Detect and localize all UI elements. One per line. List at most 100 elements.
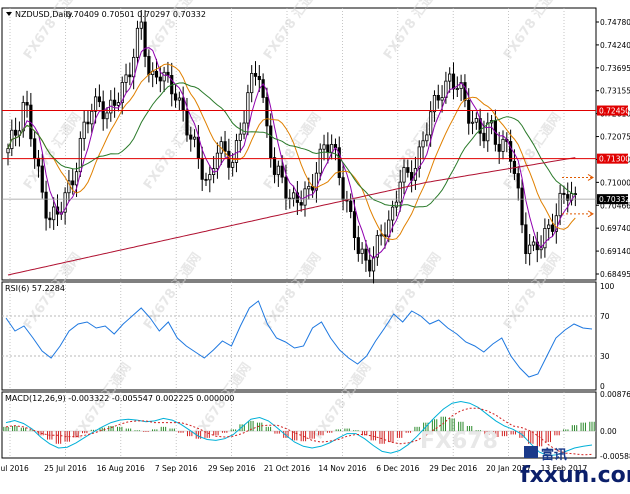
- candle-bull: [215, 152, 220, 170]
- chart-root: 1 Jul 2016 25 Jul 2016 16 Aug 2016 7 Sep 20…: [0, 0, 630, 490]
- ohlc-readout: 0.70409 0.70501 0.70297 0.70332: [66, 10, 206, 19]
- candle-bear: [562, 192, 566, 195]
- candle-bull: [74, 171, 79, 186]
- candle-bear: [25, 102, 29, 106]
- candle-bull: [177, 97, 181, 101]
- candle-bull: [421, 140, 425, 148]
- rsi-y-tick-label: 100: [600, 282, 615, 291]
- candle-bear: [143, 21, 147, 57]
- y-tick-label: 0.72075: [600, 133, 630, 142]
- x-tick-label: 14 Nov 2016: [318, 464, 366, 473]
- candle-bear: [272, 157, 277, 175]
- candle-bear: [158, 76, 162, 82]
- candle-bear: [113, 99, 117, 106]
- chart-canvas: 1 Jul 2016 25 Jul 2016 16 Aug 2016 7 Sep 20…: [0, 0, 630, 488]
- candle-bear: [482, 132, 486, 142]
- candle-bear: [356, 237, 360, 254]
- candle-bull: [6, 148, 10, 154]
- rsi-label: RSI(6) 57.2284: [5, 284, 65, 293]
- candle-bear: [524, 224, 528, 255]
- watermark: FX678 汇通网: [260, 0, 324, 62]
- candle-bull: [531, 241, 536, 246]
- candle-bear: [341, 177, 345, 200]
- candle-bull: [371, 256, 376, 272]
- macd-y-tick-label: -0.005889: [600, 452, 630, 461]
- x-tick-label: 6 Dec 2016: [376, 464, 419, 473]
- x-tick-label: 7 Sep 2016: [155, 464, 198, 473]
- price-level-label: 0.72450: [599, 107, 630, 116]
- candle-bear: [14, 129, 18, 136]
- rsi-y-tick-label: 70: [600, 312, 610, 321]
- candle-bear: [154, 70, 159, 78]
- candle-bear: [223, 141, 227, 152]
- candle-bear: [253, 72, 258, 77]
- candle-bear: [352, 211, 357, 238]
- rsi-panel-frame: [1, 281, 597, 391]
- candle-bear: [44, 191, 48, 219]
- candle-bull: [124, 74, 128, 83]
- candle-bull: [82, 121, 86, 139]
- x-tick-label: 21 Oct 2016: [264, 464, 311, 473]
- candle-bull: [93, 96, 98, 112]
- candle-bull: [162, 71, 166, 82]
- candle-bull: [501, 138, 505, 152]
- candle-bear: [368, 259, 372, 272]
- footer-logo-tag: FX678: [420, 429, 498, 454]
- candle-bear: [451, 73, 456, 90]
- candle-bear: [280, 165, 284, 178]
- candle-bull: [379, 234, 383, 237]
- candle-bull: [231, 162, 235, 168]
- candle-bull: [455, 88, 459, 90]
- candle-bear: [497, 143, 501, 152]
- candle-bull: [425, 134, 429, 142]
- candle-bull: [470, 121, 475, 124]
- price-level-label: 0.71300: [599, 155, 630, 164]
- macd-y-tick-label: 0.00: [600, 427, 617, 436]
- candle-bear: [189, 134, 193, 140]
- candle-bear: [97, 96, 101, 103]
- chart-title: NZDUSD,Daily: [15, 10, 73, 19]
- macd-label: MACD(12,26,9) -0.003322 -0.005547 0.0022…: [5, 394, 234, 403]
- candle-bear: [36, 157, 41, 167]
- candle-bull: [242, 122, 246, 135]
- ma-slow-line: [7, 157, 576, 276]
- y-tick-label: 0.68495: [600, 270, 630, 279]
- candle-bull: [402, 167, 406, 183]
- candle-bull: [208, 174, 212, 181]
- watermark: FX678 汇通网: [380, 0, 444, 62]
- candle-bear: [326, 144, 330, 153]
- watermark: FX678 汇通网: [260, 250, 324, 333]
- candle-bear: [261, 79, 265, 98]
- candle-bear: [463, 82, 467, 101]
- candle-bull: [558, 192, 562, 217]
- x-tick-label: 16 Aug 2016: [97, 464, 145, 473]
- candle-bear: [269, 125, 273, 159]
- candle-bear: [71, 180, 75, 186]
- candle-bull: [390, 206, 395, 221]
- candle-bull: [116, 102, 121, 106]
- footer-logo-icon: [524, 446, 538, 458]
- candle-bear: [349, 200, 353, 213]
- candle-bear: [181, 97, 185, 111]
- watermark: FX678 汇通网: [140, 250, 204, 333]
- candle-bull: [432, 95, 437, 113]
- candle-bear: [406, 167, 410, 173]
- dropdown-arrow-icon: [6, 12, 12, 16]
- rsi-y-tick-label: 30: [600, 352, 610, 361]
- candle-bull: [528, 244, 532, 255]
- y-tick-label: 0.74240: [600, 41, 630, 50]
- candle-bull: [276, 165, 280, 175]
- candle-bear: [86, 121, 90, 125]
- watermark: FX678 汇通网: [500, 250, 564, 333]
- candle-bear: [436, 95, 440, 101]
- candle-bull: [474, 118, 478, 123]
- x-tick-label: 29 Sep 2016: [208, 464, 256, 473]
- watermark: FX678 汇通网: [500, 0, 564, 62]
- candle-bear: [227, 150, 231, 168]
- macd-y-tick-label: 0.008766: [600, 390, 630, 399]
- rsi-line: [5, 300, 593, 378]
- candle-bear: [204, 178, 208, 181]
- candle-bull: [291, 192, 296, 199]
- candle-bull: [547, 224, 551, 229]
- y-tick-label: 0.73155: [600, 87, 630, 96]
